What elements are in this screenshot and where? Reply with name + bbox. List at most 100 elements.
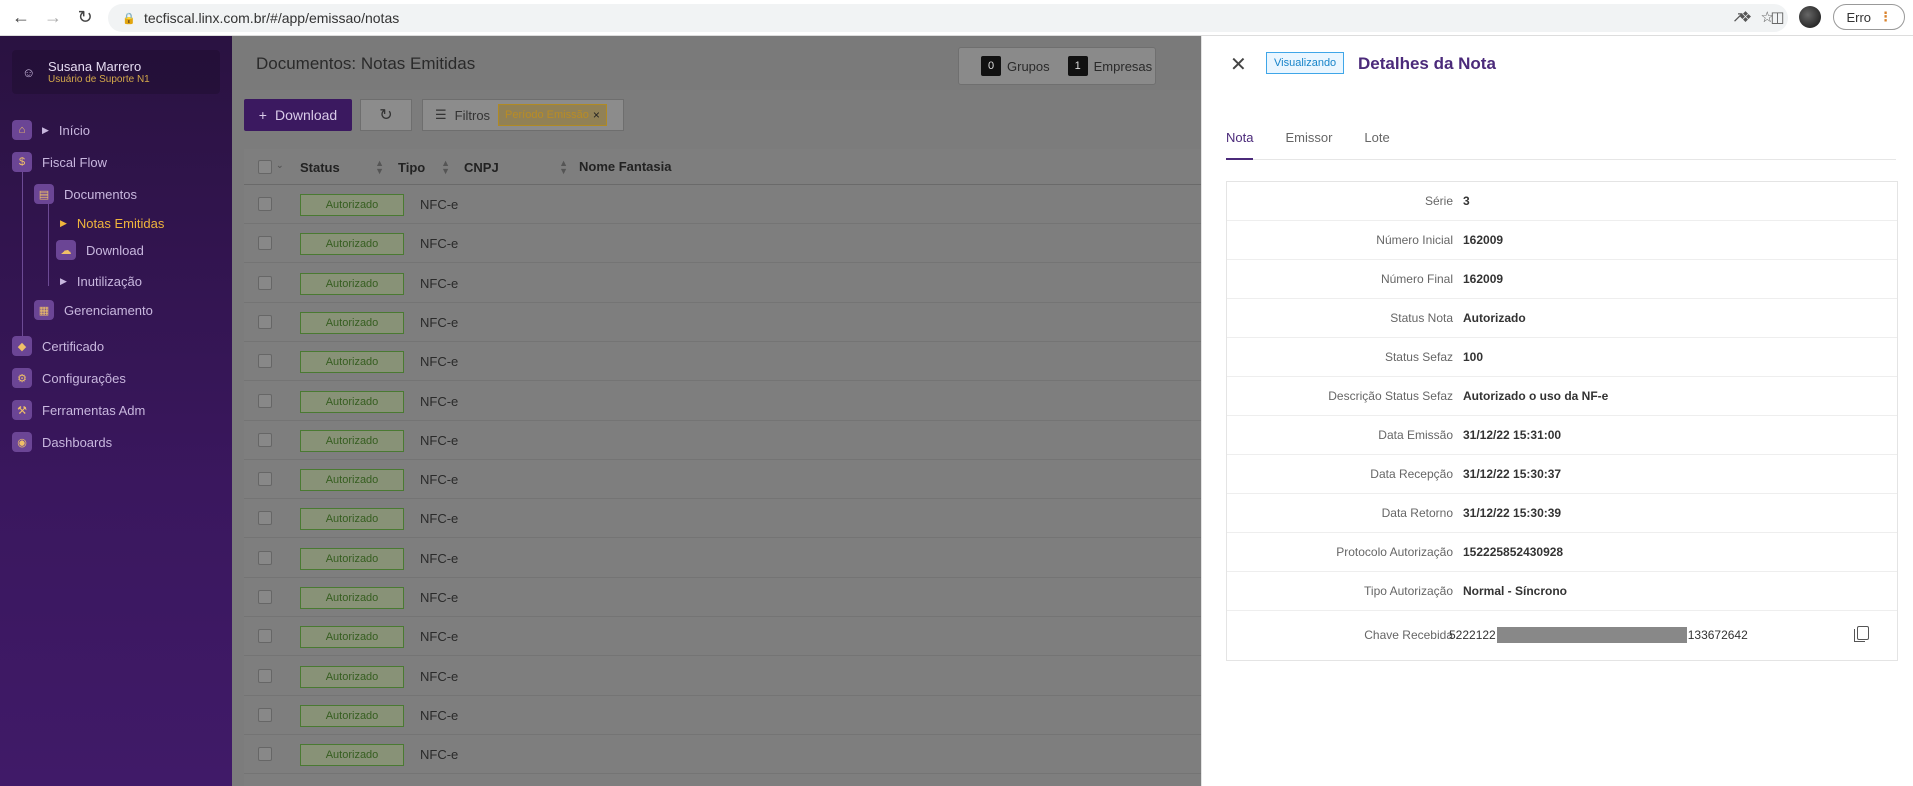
row-checkbox[interactable]: [258, 590, 272, 604]
row-checkbox[interactable]: [258, 472, 272, 487]
select-all-checkbox[interactable]: [258, 159, 272, 174]
sidebar-item-ferramentas-adm[interactable]: ⚒ Ferramentas Adm: [12, 400, 145, 420]
row-checkbox[interactable]: [258, 747, 272, 762]
lock-icon: 🔒: [122, 13, 136, 25]
tab-nota[interactable]: Nota: [1226, 128, 1254, 160]
detail-value: 31/12/22 15:30:39: [1463, 506, 1562, 520]
sidepanel-icon[interactable]: ◫: [1767, 7, 1787, 27]
detail-value: 162009: [1463, 272, 1504, 286]
table-row[interactable]: Autorizado NFC-e: [244, 539, 1201, 578]
detail-value: 31/12/22 15:31:00: [1463, 428, 1562, 442]
status-badge: Autorizado: [300, 665, 404, 688]
row-checkbox[interactable]: [258, 668, 272, 683]
row-checkbox[interactable]: [258, 511, 272, 526]
table-row[interactable]: Autorizado NFC-e: [244, 657, 1201, 696]
status-badge: Autorizado: [300, 233, 404, 256]
back-icon[interactable]: ←: [10, 7, 32, 29]
detail-value: Normal - Síncrono: [1463, 584, 1568, 598]
tipo-cell: NFC-e: [420, 629, 459, 645]
user-card[interactable]: ☺ Susana Marrero Usuário de Suporte N1: [12, 50, 220, 94]
table-row[interactable]: Autorizado NFC-e: [244, 617, 1201, 657]
table-row[interactable]: Autorizado NFC-e: [244, 460, 1201, 500]
sidebar-item-gerenciamento[interactable]: ▦ Gerenciamento: [34, 300, 153, 320]
extensions-icon[interactable]: ❖: [1735, 7, 1755, 27]
sidebar-item-dashboards[interactable]: ◉ Dashboards: [12, 432, 112, 452]
management-icon: ▦: [34, 300, 54, 320]
status-badge: Autorizado: [300, 390, 404, 413]
table-row[interactable]: Autorizado NFC-e: [244, 303, 1201, 342]
column-header-status[interactable]: Status ▲ ▼: [300, 159, 384, 176]
detail-row: Descrição Status Sefaz Autorizado o uso d…: [1227, 377, 1897, 416]
table-row[interactable]: Autorizado NFC-e: [244, 264, 1201, 303]
tipo-cell: NFC-e: [420, 354, 459, 370]
tipo-cell: NFC-e: [420, 472, 459, 488]
wrench-icon: ⚒: [12, 400, 32, 420]
download-button[interactable]: + Download: [244, 99, 352, 131]
detail-value: 152225852430928: [1463, 545, 1564, 559]
row-checkbox[interactable]: [258, 432, 272, 447]
table-row[interactable]: Autorizado NFC-e: [244, 421, 1201, 460]
table-row[interactable]: Autorizado NFC-e: [244, 735, 1201, 775]
main-content: Documentos: Notas Emitidas 0 Grupos 1 Em…: [232, 36, 1201, 786]
plus-icon: +: [258, 107, 267, 123]
sidebar-item-certificado[interactable]: ◆ Certificado: [12, 336, 104, 356]
close-icon[interactable]: ×: [593, 108, 600, 122]
tipo-cell: NFC-e: [420, 275, 459, 291]
browser-toolbar: ← → ↻ 🔒 tecfiscal.linx.com.br/#/app/emis…: [0, 0, 1913, 36]
shield-icon: ◆: [12, 336, 32, 356]
sidebar-item-notas-emitidas[interactable]: ▶ Notas Emitidas: [60, 216, 164, 231]
grupos-label: Grupos: [1007, 58, 1050, 74]
table-row[interactable]: Autorizado NFC-e: [244, 382, 1201, 421]
tab-lote[interactable]: Lote: [1364, 128, 1389, 159]
table-row[interactable]: Autorizado NFC-e: [244, 342, 1201, 382]
row-checkbox[interactable]: [258, 197, 272, 211]
table-row[interactable]: Autorizado NFC-e: [244, 224, 1201, 264]
sidebar-item-download[interactable]: ☁ Download: [56, 240, 144, 260]
column-header-tipo[interactable]: Tipo ▲ ▼: [398, 159, 450, 176]
filters-bar[interactable]: ☰ Filtros Período Emissão ×: [422, 99, 624, 131]
detail-row-chave: Chave Recebida 5222122 133672642: [1227, 611, 1897, 659]
table-row[interactable]: Autorizado NFC-e: [244, 499, 1201, 539]
detail-row: Data Emissão 31/12/22 15:31:00: [1227, 416, 1897, 455]
sidebar-item-fiscal-flow[interactable]: $ Fiscal Flow: [12, 152, 107, 172]
row-checkbox[interactable]: [258, 707, 272, 722]
cloud-download-icon: ☁: [56, 240, 76, 260]
table-row[interactable]: Autorizado NFC-e: [244, 578, 1201, 617]
detail-label: Status Nota: [1390, 311, 1453, 325]
page-title: Documentos: Notas Emitidas: [256, 54, 476, 73]
sidebar-item-inicio[interactable]: ⌂ ▶ Início: [12, 120, 90, 140]
refresh-button[interactable]: ↻: [360, 99, 412, 131]
row-checkbox[interactable]: [258, 275, 272, 290]
tab-emissor[interactable]: Emissor: [1285, 128, 1332, 159]
scope-badges[interactable]: 0 Grupos 1 Empresas: [958, 47, 1156, 85]
profile-error-button[interactable]: Erro ⋮: [1833, 4, 1905, 30]
details-card: Série 3 Número Inicial 162009 Número Final 16…: [1226, 181, 1898, 661]
forward-icon[interactable]: →: [42, 7, 64, 29]
column-header-cnpj[interactable]: CNPJ ▲ ▼: [464, 159, 568, 176]
detail-row: Tipo Autorização Normal - Síncrono: [1227, 572, 1897, 611]
table-row[interactable]: Autorizado NFC-e: [244, 185, 1201, 224]
tipo-cell: NFC-e: [420, 432, 459, 448]
tipo-cell: NFC-e: [420, 197, 459, 212]
notes-table: ⌄ Status ▲ ▼ Tipo ▲ ▼ CNPJ ▲ ▼ Nome Fantasi…: [244, 149, 1201, 786]
row-checkbox[interactable]: [258, 314, 272, 329]
sidebar-item-inutilizacao[interactable]: ▶ Inutilização: [60, 274, 142, 289]
sidebar-item-documentos[interactable]: ▤ Documentos: [34, 184, 137, 204]
row-checkbox[interactable]: [258, 393, 272, 408]
column-header-nome-fantasia[interactable]: Nome Fantasia: [579, 159, 671, 174]
filter-chip-periodo[interactable]: Período Emissão ×: [498, 104, 607, 126]
sidebar-item-configuracoes[interactable]: ⚙ Configurações: [12, 368, 126, 388]
table-row[interactable]: Autorizado NFC-e: [244, 696, 1201, 735]
detail-value: 162009: [1463, 233, 1504, 247]
chevron-down-icon[interactable]: ⌄: [276, 160, 284, 171]
address-bar[interactable]: 🔒 tecfiscal.linx.com.br/#/app/emissao/no…: [108, 4, 1788, 32]
copy-icon[interactable]: [1854, 626, 1869, 642]
profile-avatar[interactable]: [1799, 6, 1822, 28]
row-checkbox[interactable]: [258, 354, 272, 369]
row-checkbox[interactable]: [258, 550, 272, 565]
row-checkbox[interactable]: [258, 629, 272, 644]
reload-icon[interactable]: ↻: [74, 7, 96, 29]
row-checkbox[interactable]: [258, 236, 272, 251]
close-icon[interactable]: ✕: [1230, 52, 1247, 77]
caret-right-icon: ▶: [60, 276, 67, 286]
